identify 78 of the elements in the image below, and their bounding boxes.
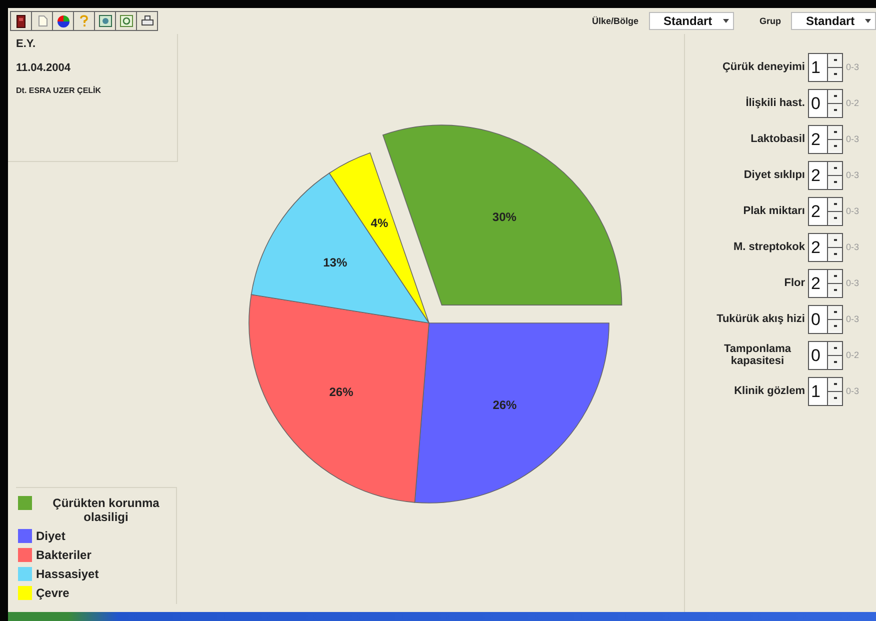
spin-down-button[interactable] bbox=[828, 210, 842, 224]
spin-up-button[interactable] bbox=[828, 234, 842, 246]
help-icon bbox=[80, 15, 88, 27]
toolbar-button[interactable] bbox=[136, 11, 158, 31]
spin-down-button[interactable] bbox=[828, 318, 842, 332]
factor-label: Plak miktarı bbox=[743, 205, 805, 217]
spinner-field[interactable]: 2 bbox=[808, 124, 843, 154]
spin-up-button[interactable] bbox=[828, 342, 842, 354]
range-text: 0-3 bbox=[846, 278, 860, 288]
spin-up-button[interactable] bbox=[828, 162, 842, 174]
range-text: 0-2 bbox=[846, 350, 860, 360]
legend-label: Bakteriler bbox=[36, 548, 92, 562]
filter-label: Ülke/Bölge bbox=[592, 16, 638, 26]
spin-up-button[interactable] bbox=[828, 378, 842, 390]
range-text: 0-3 bbox=[846, 134, 860, 144]
dentist-name: Dt. ESRA UZER ÇELİK bbox=[16, 86, 102, 95]
range-text: 0-2 bbox=[846, 98, 860, 108]
slice-label: 13% bbox=[322, 256, 347, 270]
page-icon bbox=[36, 15, 48, 27]
range-text: 0-3 bbox=[846, 206, 860, 216]
range-text: 0-3 bbox=[846, 170, 860, 180]
pie-chart-icon bbox=[56, 14, 70, 28]
factor-label: Çürük deneyimi bbox=[722, 61, 805, 73]
legend-label: Çürükten korunma olasiligi bbox=[52, 496, 160, 524]
dropdown[interactable]: Standart bbox=[648, 12, 734, 30]
spinner-field[interactable]: 1 bbox=[808, 52, 843, 82]
spinner-field[interactable]: 0 bbox=[808, 340, 843, 370]
slice-label: 26% bbox=[328, 384, 353, 399]
door-icon bbox=[16, 14, 26, 28]
factor-label: İlişkili hast. bbox=[746, 97, 805, 109]
spinner-field[interactable]: 2 bbox=[808, 268, 843, 298]
spinner-field[interactable]: 2 bbox=[808, 160, 843, 190]
caret-icon bbox=[865, 19, 871, 23]
factor-label: Laktobasil bbox=[750, 133, 805, 145]
spin-up-button[interactable] bbox=[828, 306, 842, 318]
spinner-field[interactable]: 0 bbox=[808, 88, 843, 118]
factor-label: Klinik gözlem bbox=[734, 385, 805, 397]
range-text: 0-3 bbox=[846, 242, 860, 252]
slice-label: 4% bbox=[370, 216, 388, 230]
spin-down-button[interactable] bbox=[828, 102, 842, 116]
spinner-field[interactable]: 1 bbox=[808, 376, 843, 406]
caret-icon bbox=[722, 19, 728, 23]
toolbar-button[interactable] bbox=[52, 11, 74, 31]
legend-label: Çevre bbox=[36, 586, 70, 600]
spin-up-button[interactable] bbox=[828, 126, 842, 138]
factor-label: Flor bbox=[784, 277, 805, 289]
spinner-field[interactable]: 2 bbox=[808, 196, 843, 226]
spin-down-button[interactable] bbox=[828, 354, 842, 368]
spin-down-button[interactable] bbox=[828, 282, 842, 296]
spin-down-button[interactable] bbox=[828, 138, 842, 152]
toolbar-button[interactable] bbox=[10, 11, 32, 31]
image-icon bbox=[98, 15, 112, 27]
factor-label: Diyet sıklıpı bbox=[744, 169, 805, 181]
spin-down-button[interactable] bbox=[828, 66, 842, 80]
spin-up-button[interactable] bbox=[828, 90, 842, 102]
patient-initials: E.Y. bbox=[16, 38, 37, 50]
date-text: 11.04.2004 bbox=[16, 62, 72, 74]
dropdown[interactable]: Standart bbox=[791, 12, 876, 30]
slice-label: 30% bbox=[492, 210, 516, 224]
spin-down-button[interactable] bbox=[828, 174, 842, 188]
factor-label: Tukürük akış hizi bbox=[716, 313, 805, 325]
factor-label: M. streptokok bbox=[733, 241, 805, 253]
factor-label: Tamponlama kapasitesi bbox=[722, 343, 792, 367]
spinner-field[interactable]: 2 bbox=[808, 232, 843, 262]
spin-up-button[interactable] bbox=[828, 198, 842, 210]
slice-label: 26% bbox=[492, 398, 516, 412]
spin-down-button[interactable] bbox=[828, 390, 842, 404]
spin-down-button[interactable] bbox=[828, 246, 842, 260]
legend-label: Diyet bbox=[36, 529, 66, 543]
printer-icon bbox=[140, 15, 154, 27]
range-text: 0-3 bbox=[846, 386, 860, 396]
spin-up-button[interactable] bbox=[828, 270, 842, 282]
spinner-field[interactable]: 0 bbox=[808, 304, 843, 334]
spin-up-button[interactable] bbox=[828, 54, 842, 66]
filter-label: Grup bbox=[760, 16, 781, 26]
range-text: 0-3 bbox=[846, 314, 860, 324]
legend-label: Hassasiyet bbox=[36, 567, 99, 581]
range-text: 0-3 bbox=[846, 62, 860, 72]
